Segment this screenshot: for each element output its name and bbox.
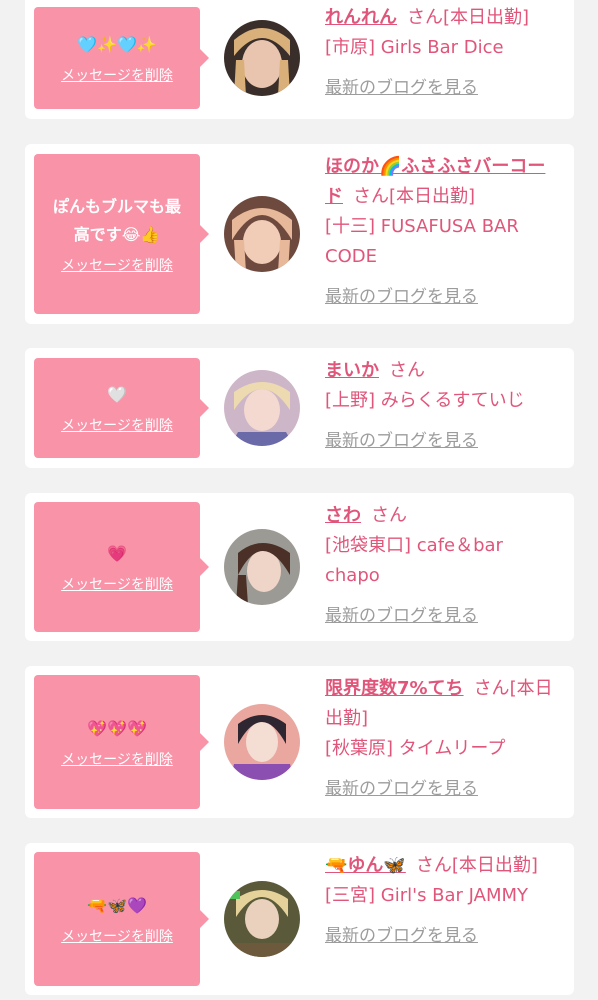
latest-blog-link[interactable]: 最新のブログを見る bbox=[325, 426, 478, 456]
delete-message-link[interactable]: メッセージを削除 bbox=[61, 926, 173, 946]
message-bubble: ぽんもブルマも最高です😂👍 メッセージを削除 bbox=[34, 154, 209, 314]
message-list: 🩵✨🩵✨ メッセージを削除 れんれん さん[本日出勤] [市原] Girls Ba… bbox=[0, 0, 598, 1000]
latest-blog-link[interactable]: 最新のブログを見る bbox=[325, 921, 478, 951]
latest-blog-link[interactable]: 最新のブログを見る bbox=[325, 774, 478, 804]
delete-message-link[interactable]: メッセージを削除 bbox=[61, 574, 173, 594]
latest-blog-link[interactable]: 最新のブログを見る bbox=[325, 601, 478, 631]
message-text: 🩵✨🩵✨ bbox=[77, 35, 157, 54]
cast-info: 🔫ゆん🦋 さん[本日出勤] [三宮] Girl's Bar JAMMY 最新のブロ… bbox=[325, 851, 561, 951]
message-card: 🤍 メッセージを削除 まいか さん [上野] みらくるすていじ 最新のブログを見る bbox=[25, 348, 574, 468]
shop-name: [池袋東口] cafe＆bar chapo bbox=[325, 535, 503, 586]
message-text: 💖💖💖 bbox=[87, 719, 147, 738]
message-text: 🔫🦋💜 bbox=[87, 896, 147, 915]
cast-info: ほのか🌈ふさふさバーコード さん[本日出勤] [十三] FUSAFUSA BAR … bbox=[325, 152, 561, 312]
avatar[interactable] bbox=[224, 370, 300, 446]
message-card: 💗 メッセージを削除 さわ さん [池袋東口] cafe＆bar chapo 最新… bbox=[25, 493, 574, 641]
status-badge: [本日出勤] bbox=[451, 855, 538, 876]
message-text: 🤍 bbox=[107, 385, 127, 404]
honorific: さん bbox=[415, 855, 452, 876]
message-bubble: 💖💖💖 メッセージを削除 bbox=[34, 675, 209, 809]
cast-name-link[interactable]: 限界度数7%てち bbox=[325, 678, 464, 699]
delete-message-link[interactable]: メッセージを削除 bbox=[61, 749, 173, 769]
cast-info: れんれん さん[本日出勤] [市原] Girls Bar Dice 最新のブログを… bbox=[325, 3, 561, 103]
latest-blog-link[interactable]: 最新のブログを見る bbox=[325, 73, 478, 103]
avatar[interactable] bbox=[224, 20, 300, 96]
message-bubble: 🤍 メッセージを削除 bbox=[34, 358, 209, 458]
cast-name-link[interactable]: まいか bbox=[325, 360, 379, 381]
honorific: さん bbox=[353, 186, 389, 207]
honorific: さん bbox=[389, 360, 425, 381]
message-card: ぽんもブルマも最高です😂👍 メッセージを削除 ほのか🌈ふさふさバーコード さん[本… bbox=[25, 144, 574, 324]
cast-info: まいか さん [上野] みらくるすていじ 最新のブログを見る bbox=[325, 356, 561, 456]
cast-name-link[interactable]: 🔫ゆん🦋 bbox=[325, 855, 406, 876]
honorific: さん bbox=[407, 7, 443, 28]
honorific: さん bbox=[473, 678, 510, 699]
message-text: ぽんもブルマも最高です😂👍 bbox=[52, 197, 181, 244]
status-badge: [本日出勤] bbox=[443, 7, 530, 28]
cast-name-link[interactable]: さわ bbox=[325, 505, 361, 526]
shop-name: [十三] FUSAFUSA BAR CODE bbox=[325, 216, 519, 267]
message-card: 🔫🦋💜 メッセージを削除 🔫ゆん🦋 さん[本日出勤] [三宮] Girl's Ba… bbox=[25, 843, 574, 995]
avatar[interactable] bbox=[224, 704, 300, 780]
honorific: さん bbox=[371, 505, 407, 526]
message-text: 💗 bbox=[107, 544, 127, 563]
message-bubble: 🔫🦋💜 メッセージを削除 bbox=[34, 852, 209, 986]
cast-info: 限界度数7%てち さん[本日出勤] [秋葉原] タイムリープ 最新のブログを見る bbox=[325, 674, 561, 804]
avatar[interactable] bbox=[224, 881, 300, 957]
message-bubble: 💗 メッセージを削除 bbox=[34, 502, 209, 632]
shop-name: [上野] みらくるすていじ bbox=[325, 390, 525, 411]
cast-info: さわ さん [池袋東口] cafe＆bar chapo 最新のブログを見る bbox=[325, 501, 561, 631]
shop-name: [秋葉原] タイムリープ bbox=[325, 738, 506, 759]
message-bubble: 🩵✨🩵✨ メッセージを削除 bbox=[34, 7, 209, 109]
delete-message-link[interactable]: メッセージを削除 bbox=[61, 255, 173, 275]
message-card: 🩵✨🩵✨ メッセージを削除 れんれん さん[本日出勤] [市原] Girls Ba… bbox=[25, 0, 574, 119]
delete-message-link[interactable]: メッセージを削除 bbox=[61, 415, 173, 435]
message-card: 💖💖💖 メッセージを削除 限界度数7%てち さん[本日出勤] [秋葉原] タイムリ… bbox=[25, 666, 574, 818]
shop-name: [三宮] Girl's Bar JAMMY bbox=[325, 885, 529, 906]
avatar[interactable] bbox=[224, 196, 300, 272]
latest-blog-link[interactable]: 最新のブログを見る bbox=[325, 282, 478, 312]
cast-name-link[interactable]: れんれん bbox=[325, 7, 397, 28]
shop-name: [市原] Girls Bar Dice bbox=[325, 37, 504, 58]
avatar[interactable] bbox=[224, 529, 300, 605]
status-badge: [本日出勤] bbox=[389, 186, 476, 207]
delete-message-link[interactable]: メッセージを削除 bbox=[61, 65, 173, 85]
